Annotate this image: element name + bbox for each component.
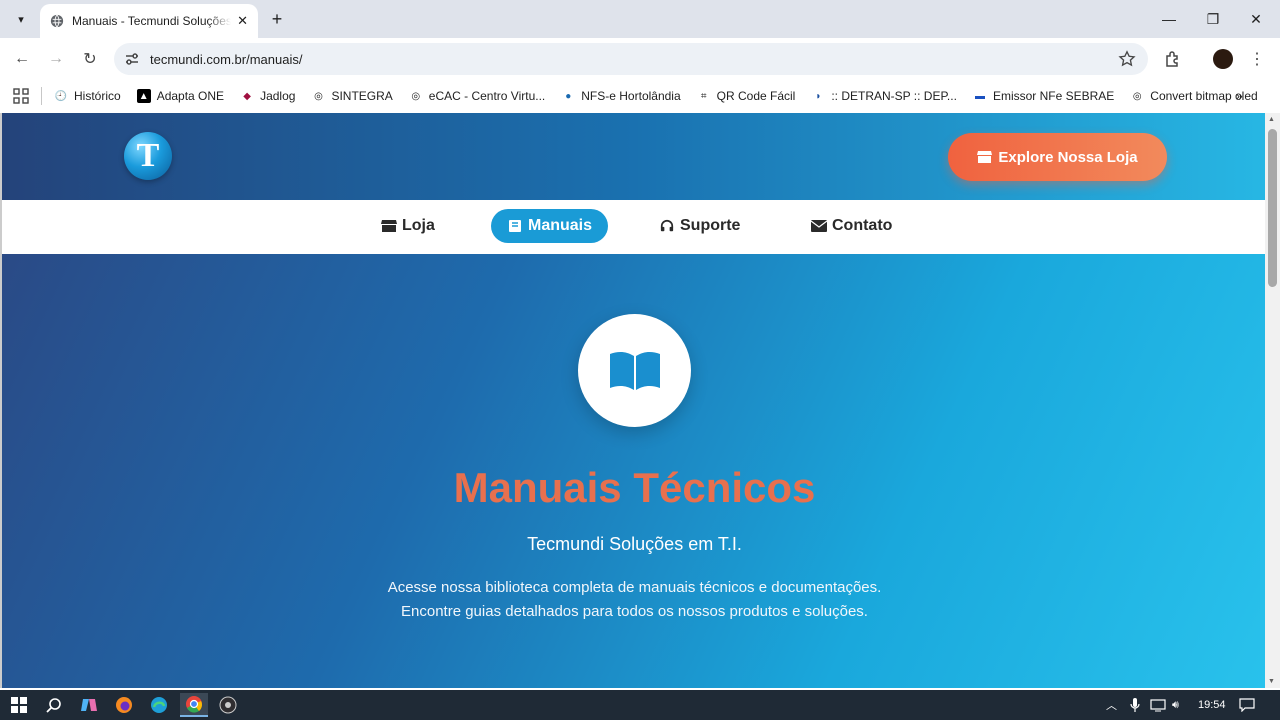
page-description: Acesse nossa biblioteca completa de manu… [2, 576, 1265, 624]
bookmark-adapta-one[interactable]: ▲ Adapta ONE [136, 89, 225, 103]
bookmark-label: QR Code Fácil [716, 89, 796, 103]
browser-tab[interactable]: Manuais - Tecmundi Soluções em T.I. ✕ [40, 4, 258, 38]
history-icon: 🕘 [54, 90, 68, 102]
new-tab-button[interactable]: + [266, 8, 288, 30]
microphone-icon[interactable] [1130, 690, 1140, 720]
apps-icon[interactable] [13, 88, 29, 104]
bookmark-label: Adapta ONE [156, 89, 225, 103]
bookmark-sintegra[interactable]: ◎ SINTEGRA [311, 89, 393, 103]
bookmark-label: Emissor NFe SEBRAE [992, 89, 1115, 103]
bookmark-historico[interactable]: 🕘 Histórico [54, 89, 121, 103]
bookmarks-bar: 🕘 Histórico ▲ Adapta ONE ◆ Jadlog ◎ SINTEGRA… [0, 80, 1280, 112]
headset-icon [660, 219, 674, 232]
adapta-icon: ▲ [136, 89, 151, 103]
forward-button[interactable]: → [44, 47, 68, 71]
windows-taskbar: ︿ 🔊︎ 19:54 [0, 690, 1280, 720]
page-title: Manuais Técnicos [453, 464, 816, 511]
site-header: T Explore Nossa Loja [2, 113, 1265, 200]
clock[interactable]: 19:54 [1198, 690, 1226, 720]
open-book-icon [609, 351, 660, 390]
firefox-icon[interactable] [110, 693, 138, 717]
nav-suporte[interactable]: Suporte [643, 209, 756, 243]
start-button[interactable] [5, 693, 33, 717]
chrome-icon[interactable] [180, 693, 208, 717]
page-scrollbar[interactable]: ▲ ▼ [1265, 113, 1280, 688]
search-icon[interactable] [40, 693, 68, 717]
description-line: Encontre guias detalhados para todos os … [401, 603, 868, 620]
close-tab-icon[interactable]: ✕ [237, 13, 248, 29]
restore-button[interactable]: ❐ [1201, 8, 1225, 30]
jadlog-icon: ◆ [243, 90, 251, 102]
scroll-up-icon[interactable]: ▲ [1268, 116, 1275, 123]
bookmark-label: Jadlog [260, 89, 296, 103]
nav-manuais[interactable]: Manuais [491, 209, 609, 243]
hero-book-badge [578, 314, 691, 427]
bookmarks-divider [41, 87, 42, 105]
tab-title: Manuais - Tecmundi Soluções em T.I. [72, 14, 232, 28]
qrcode-icon: ⌗ [700, 90, 707, 102]
copilot-icon[interactable] [75, 693, 103, 717]
bookmark-label: Histórico [74, 89, 121, 103]
extensions-icon[interactable] [1161, 47, 1185, 71]
bookmark-star-icon[interactable] [1118, 50, 1136, 68]
site-logo[interactable]: T [124, 132, 172, 180]
tab-search-button[interactable]: ▾ [8, 7, 34, 31]
page-subtitle: Tecmundi Soluções em T.I. [527, 534, 742, 554]
site-nav: Loja Manuais Suporte Contato [2, 200, 1265, 254]
nav-loja[interactable]: Loja [365, 209, 451, 243]
nav-label: Contato [832, 217, 893, 234]
site-settings-icon[interactable] [124, 51, 140, 67]
obs-icon[interactable] [214, 693, 242, 717]
scrollbar-thumb[interactable] [1268, 129, 1277, 287]
nav-contato[interactable]: Contato [795, 209, 908, 243]
address-bar[interactable]: tecmundi.com.br/manuais/ [114, 43, 1148, 75]
close-window-button[interactable]: ✕ [1244, 8, 1268, 30]
bookmark-label: NFS-e Hortolândia [581, 89, 681, 103]
explore-store-button[interactable]: Explore Nossa Loja [948, 133, 1167, 181]
bookmark-qrcode[interactable]: ⌗ QR Code Fácil [697, 89, 796, 103]
url-text: tecmundi.com.br/manuais/ [150, 51, 303, 67]
minimize-button[interactable]: — [1157, 8, 1181, 30]
globe-icon: ◎ [1132, 90, 1142, 102]
book-icon [509, 220, 521, 232]
store-icon [381, 220, 397, 232]
tray-overflow-icon[interactable]: ︿ [1106, 690, 1117, 720]
page-viewport: T Explore Nossa Loja Loja Manuais Suport… [0, 113, 1265, 688]
bookmark-ecac[interactable]: ◎ eCAC - Centro Virtu... [409, 89, 545, 103]
notifications-icon[interactable] [1239, 690, 1255, 720]
nfse-icon: ● [565, 90, 572, 102]
bookmark-label: eCAC - Centro Virtu... [428, 89, 546, 103]
cta-label: Explore Nossa Loja [998, 148, 1138, 166]
bookmark-label: :: DETRAN-SP :: DEP... [831, 89, 957, 103]
back-button[interactable]: ← [10, 47, 34, 71]
edge-icon[interactable] [145, 693, 173, 717]
browser-toolbar: ← → ↻ tecmundi.com.br/manuais/ ⋮ [0, 38, 1280, 80]
bookmark-label: SINTEGRA [331, 89, 393, 103]
profile-avatar[interactable] [1211, 47, 1235, 71]
more-menu-icon[interactable]: ⋮ [1245, 47, 1269, 71]
globe-icon: ◎ [314, 90, 323, 102]
volume-icon[interactable]: 🔊︎ [1172, 690, 1179, 720]
globe-icon: ◎ [411, 90, 421, 102]
nav-label: Manuais [528, 217, 593, 234]
reload-button[interactable]: ↻ [78, 47, 102, 71]
envelope-icon [811, 220, 827, 232]
more-bookmarks-icon[interactable]: » [1236, 89, 1243, 103]
nav-label: Loja [402, 217, 435, 234]
nav-label: Suporte [680, 217, 741, 234]
bookmark-sebrae[interactable]: ▬ Emissor NFe SEBRAE [973, 89, 1114, 103]
sebrae-icon: ▬ [974, 90, 985, 102]
network-icon[interactable] [1150, 690, 1166, 720]
description-line: Acesse nossa biblioteca completa de manu… [387, 579, 882, 596]
bookmark-nfse[interactable]: ● NFS-e Hortolândia [561, 89, 680, 103]
scroll-down-icon[interactable]: ▼ [1268, 678, 1275, 685]
globe-icon [50, 14, 64, 28]
bookmark-detran[interactable]: ◗:: DETRAN-SP :: DEP... [811, 89, 957, 103]
detran-icon: ◗ [815, 90, 822, 102]
store-icon [977, 151, 993, 163]
hero-section: Manuais Técnicos Tecmundi Soluções em T.… [2, 254, 1265, 688]
tab-strip: ▾ Manuais - Tecmundi Soluções em T.I. ✕ … [0, 0, 1280, 38]
bookmark-jadlog[interactable]: ◆ Jadlog [240, 89, 295, 103]
